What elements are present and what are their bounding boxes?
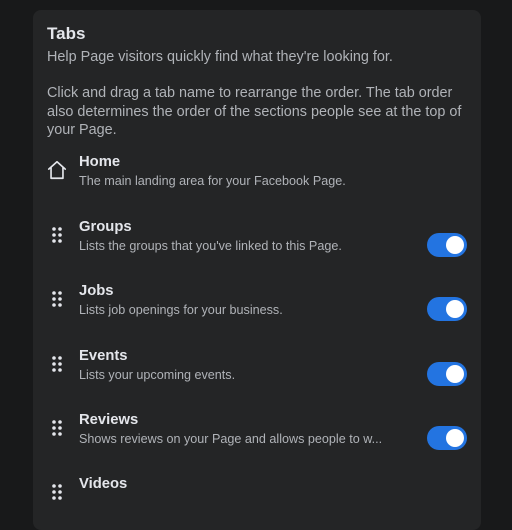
toggle-knob bbox=[446, 236, 464, 254]
tab-description: The main landing area for your Facebook … bbox=[79, 174, 346, 188]
drag-handle-icon[interactable] bbox=[45, 283, 69, 315]
drag-handle-icon[interactable] bbox=[45, 476, 69, 508]
drag-handle-icon[interactable] bbox=[45, 412, 69, 444]
drag-handle-icon[interactable] bbox=[45, 348, 69, 380]
tab-description: Lists job openings for your business. bbox=[79, 303, 283, 317]
section-description: Help Page visitors quickly find what the… bbox=[47, 49, 393, 65]
tab-row-jobs[interactable]: Jobs Lists job openings for your busines… bbox=[33, 283, 481, 331]
tab-description: Lists the groups that you've linked to t… bbox=[79, 239, 342, 253]
tab-row-groups[interactable]: Groups Lists the groups that you've link… bbox=[33, 219, 481, 267]
tab-label: Videos bbox=[79, 476, 128, 492]
tab-description: Lists your upcoming events. bbox=[79, 368, 236, 382]
toggle-knob bbox=[446, 429, 464, 447]
tab-label: Reviews bbox=[79, 412, 139, 428]
tab-row-home[interactable]: Home The main landing area for your Face… bbox=[33, 154, 481, 202]
reviews-toggle[interactable] bbox=[427, 426, 467, 450]
events-toggle[interactable] bbox=[427, 362, 467, 386]
tab-label: Events bbox=[79, 348, 128, 364]
tabs-settings-panel: Tabs Help Page visitors quickly find wha… bbox=[33, 10, 481, 530]
toggle-knob bbox=[446, 365, 464, 383]
tab-row-reviews[interactable]: Reviews Shows reviews on your Page and a… bbox=[33, 412, 481, 460]
jobs-toggle[interactable] bbox=[427, 297, 467, 321]
tab-row-events[interactable]: Events Lists your upcoming events. bbox=[33, 348, 481, 396]
tab-label: Groups bbox=[79, 219, 132, 235]
drag-handle-icon[interactable] bbox=[45, 219, 69, 251]
home-icon bbox=[45, 154, 69, 186]
section-instructions: Click and drag a tab name to rearrange t… bbox=[47, 85, 462, 138]
section-title: Tabs bbox=[47, 24, 86, 43]
tab-description: Shows reviews on your Page and allows pe… bbox=[79, 432, 383, 446]
tab-label: Home bbox=[79, 154, 121, 170]
toggle-knob bbox=[446, 300, 464, 318]
groups-toggle[interactable] bbox=[427, 233, 467, 257]
tab-label: Jobs bbox=[79, 283, 114, 299]
tab-row-videos[interactable]: Videos bbox=[33, 476, 481, 524]
